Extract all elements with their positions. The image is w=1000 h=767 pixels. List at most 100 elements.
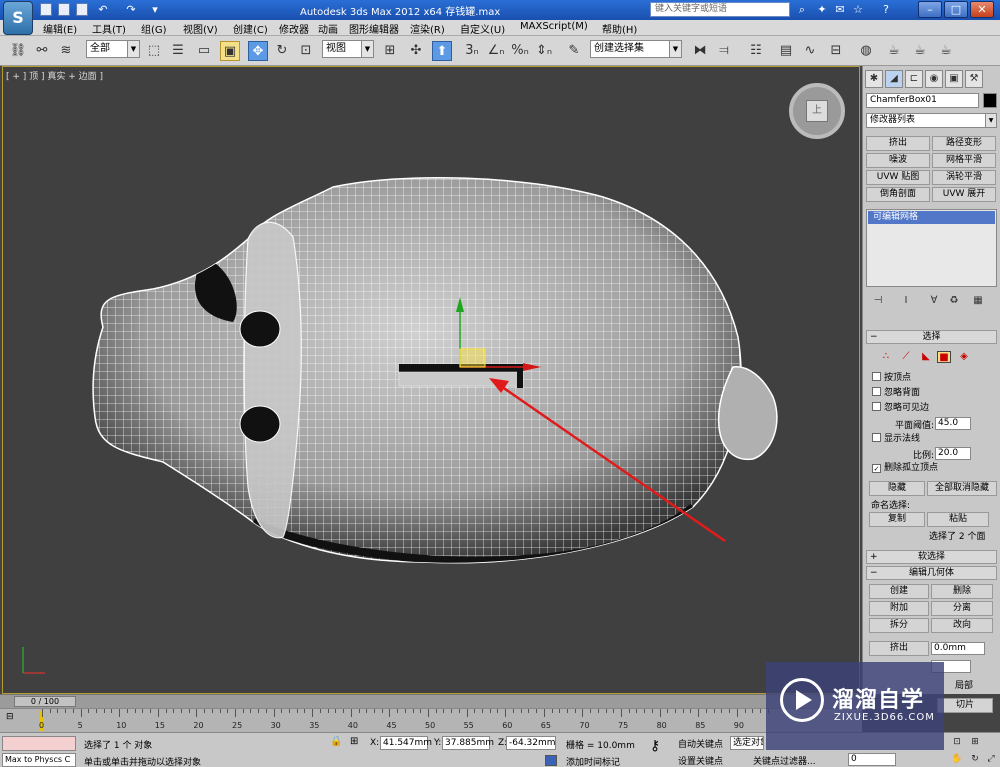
menu-help[interactable]: 帮助(H) — [602, 21, 637, 36]
face-mode-icon[interactable]: ◣ — [919, 351, 933, 363]
absolute-mode-icon[interactable]: ⊞ — [350, 736, 358, 747]
add-time-tag[interactable]: 添加时间标记 — [566, 755, 620, 767]
modifier-noise-button[interactable]: 噪波 — [866, 153, 930, 168]
communication-icon[interactable]: ✉ — [833, 3, 847, 17]
attach-button[interactable]: 附加 — [869, 601, 929, 616]
zoom-extents-icon[interactable]: ⊡ — [950, 736, 964, 749]
material-editor-icon[interactable]: ◍ — [856, 41, 876, 61]
normal-scale-spinner[interactable]: 20.0 — [935, 447, 971, 460]
hide-button[interactable]: 隐藏 — [869, 481, 925, 496]
polygon-mode-icon[interactable]: ■ — [937, 351, 951, 363]
new-file-icon[interactable] — [40, 3, 52, 16]
open-mini-curve-editor-icon[interactable]: ⊟ — [6, 712, 22, 724]
viewcube[interactable]: 上 — [789, 83, 845, 139]
edge-mode-icon[interactable]: ⟋ — [899, 351, 913, 363]
maximize-viewport-icon[interactable]: ⤢ — [984, 753, 998, 766]
graphite-toolbox-icon[interactable]: ▤ — [776, 41, 796, 61]
menu-maxscript[interactable]: MAXScript(M) — [520, 21, 588, 32]
select-and-link-icon[interactable]: ⛓ — [8, 41, 28, 61]
viewport-top[interactable]: [ + ] 顶 ] 真实 + 边面 ] 上 — [2, 66, 860, 694]
menu-graph-editors[interactable]: 图形编辑器 — [349, 21, 399, 36]
extrude-amount-spinner[interactable]: 0.0mm — [931, 642, 985, 655]
soft-selection-rollout-header[interactable]: + 软选择 — [866, 550, 997, 564]
make-unique-icon[interactable]: ∀ — [927, 294, 941, 308]
stack-item-editable-mesh[interactable]: 可编辑网格 — [868, 211, 995, 224]
render-production-icon[interactable]: ☕ — [936, 41, 956, 61]
edit-named-selection-icon[interactable]: ✎ — [564, 41, 584, 61]
selection-filter-dropdown[interactable]: 全部 ▼ — [86, 40, 140, 58]
angle-snap-icon[interactable]: ∠ₙ — [486, 41, 506, 61]
show-normals-checkbox[interactable]: 显示法线 — [872, 433, 992, 446]
selection-rollout-header[interactable]: − 选择 — [866, 330, 997, 344]
quick-access-dropdown-icon[interactable]: ▾ — [148, 3, 162, 17]
pan-icon[interactable]: ✋ — [950, 753, 964, 766]
by-vertex-checkbox[interactable]: 按顶点 — [872, 372, 992, 385]
edit-geometry-rollout-header[interactable]: − 编辑几何体 — [866, 566, 997, 580]
utilities-tab-icon[interactable]: ⚒ — [965, 70, 983, 88]
vertex-mode-icon[interactable]: ∴ — [879, 351, 893, 363]
planar-threshold-spinner[interactable]: 45.0 — [935, 417, 971, 430]
modify-tab-icon[interactable]: ◢ — [885, 70, 903, 88]
spinner-snap-icon[interactable]: ⇕ₙ — [534, 41, 554, 61]
menu-edit[interactable]: 编辑(E) — [43, 21, 77, 36]
open-file-icon[interactable] — [58, 3, 70, 16]
z-coordinate-field[interactable]: -64.32mm — [506, 736, 556, 750]
modifier-bevel-profile-button[interactable]: 倒角剖面 — [866, 187, 930, 202]
bind-space-warp-icon[interactable]: ≋ — [56, 41, 76, 61]
divide-button[interactable]: 拆分 — [869, 618, 929, 633]
show-end-result-icon[interactable]: I — [899, 294, 913, 308]
redo-icon[interactable]: ↷ — [124, 3, 138, 17]
rectangular-selection-icon[interactable]: ▭ — [194, 41, 214, 61]
time-tag-icon[interactable] — [545, 755, 557, 766]
paste-button[interactable]: 粘贴 — [927, 512, 989, 527]
lock-selection-icon[interactable]: 🔒 — [330, 736, 342, 747]
modifier-unwrap-uvw-button[interactable]: UVW 展开 — [932, 187, 996, 202]
auto-key-button[interactable]: 自动关键点 — [678, 737, 723, 750]
orbit-icon[interactable]: ↻ — [968, 753, 982, 766]
menu-views[interactable]: 视图(V) — [183, 21, 218, 36]
pivot-center-icon[interactable]: ⊞ — [380, 41, 400, 61]
turn-button[interactable]: 改向 — [931, 618, 993, 633]
save-file-icon[interactable] — [76, 3, 88, 16]
slice-button[interactable]: 切片 — [937, 698, 993, 713]
minimize-button[interactable]: – — [918, 1, 942, 18]
select-and-move-icon[interactable]: ✥ — [248, 41, 268, 61]
select-and-manipulate-icon[interactable]: ✣ — [406, 41, 426, 61]
current-frame-field[interactable]: 0 — [848, 753, 896, 766]
window-crossing-icon[interactable]: ▣ — [220, 41, 240, 61]
keyboard-shortcut-override-icon[interactable]: ⬆ — [432, 41, 452, 61]
modifier-list-dropdown[interactable]: 修改器列表 ▼ — [866, 113, 997, 128]
layer-manager-icon[interactable]: ☷ — [746, 41, 766, 61]
ignore-visible-edges-checkbox[interactable]: 忽略可见边 — [872, 402, 992, 415]
track-bar[interactable]: ⊟ 0 5 10 15 20 25 30 35 40 45 50 55 60 65 70 75 80 85 90 — [0, 708, 862, 732]
viewcube-face-top[interactable]: 上 — [806, 100, 828, 122]
element-mode-icon[interactable]: ◈ — [957, 351, 971, 363]
modifier-stack[interactable]: 可编辑网格 — [866, 209, 997, 287]
ignore-backfacing-checkbox[interactable]: 忽略背面 — [872, 387, 992, 400]
percent-snap-icon[interactable]: %ₙ — [510, 41, 530, 61]
maxscript-output[interactable]: Max to Physcs C — [2, 753, 76, 767]
local-label[interactable]: 局部 — [955, 678, 973, 691]
menu-group[interactable]: 组(G) — [141, 21, 167, 36]
object-color-swatch[interactable] — [983, 93, 997, 108]
detach-button[interactable]: 分离 — [931, 601, 993, 616]
named-selection-dropdown[interactable]: 创建选择集 ▼ — [590, 40, 682, 58]
select-and-rotate-icon[interactable]: ↻ — [272, 41, 292, 61]
schematic-view-icon[interactable]: ⊟ — [826, 41, 846, 61]
reference-coordinate-dropdown[interactable]: 视图 ▼ — [322, 40, 374, 58]
extrude-button[interactable]: 挤出 — [869, 641, 929, 656]
hierarchy-tab-icon[interactable]: ⊏ — [905, 70, 923, 88]
key-filters-button[interactable]: 关键点过滤器... — [753, 754, 816, 767]
mirror-icon[interactable]: ⧓ — [690, 41, 710, 61]
create-button[interactable]: 创建 — [869, 584, 929, 599]
menu-animation[interactable]: 动画 — [318, 21, 338, 36]
maximize-button[interactable]: □ — [944, 1, 968, 18]
remove-modifier-icon[interactable]: ♻ — [947, 294, 961, 308]
configure-modifier-sets-icon[interactable]: ▦ — [971, 294, 985, 308]
favorites-star-icon[interactable]: ☆ — [851, 3, 865, 17]
menu-modifiers[interactable]: 修改器 — [279, 21, 309, 36]
delete-button[interactable]: 删除 — [931, 584, 993, 599]
curve-editor-icon[interactable]: ∿ — [800, 41, 820, 61]
close-button[interactable]: ✕ — [970, 1, 994, 18]
maxscript-listener-input[interactable] — [2, 736, 76, 751]
